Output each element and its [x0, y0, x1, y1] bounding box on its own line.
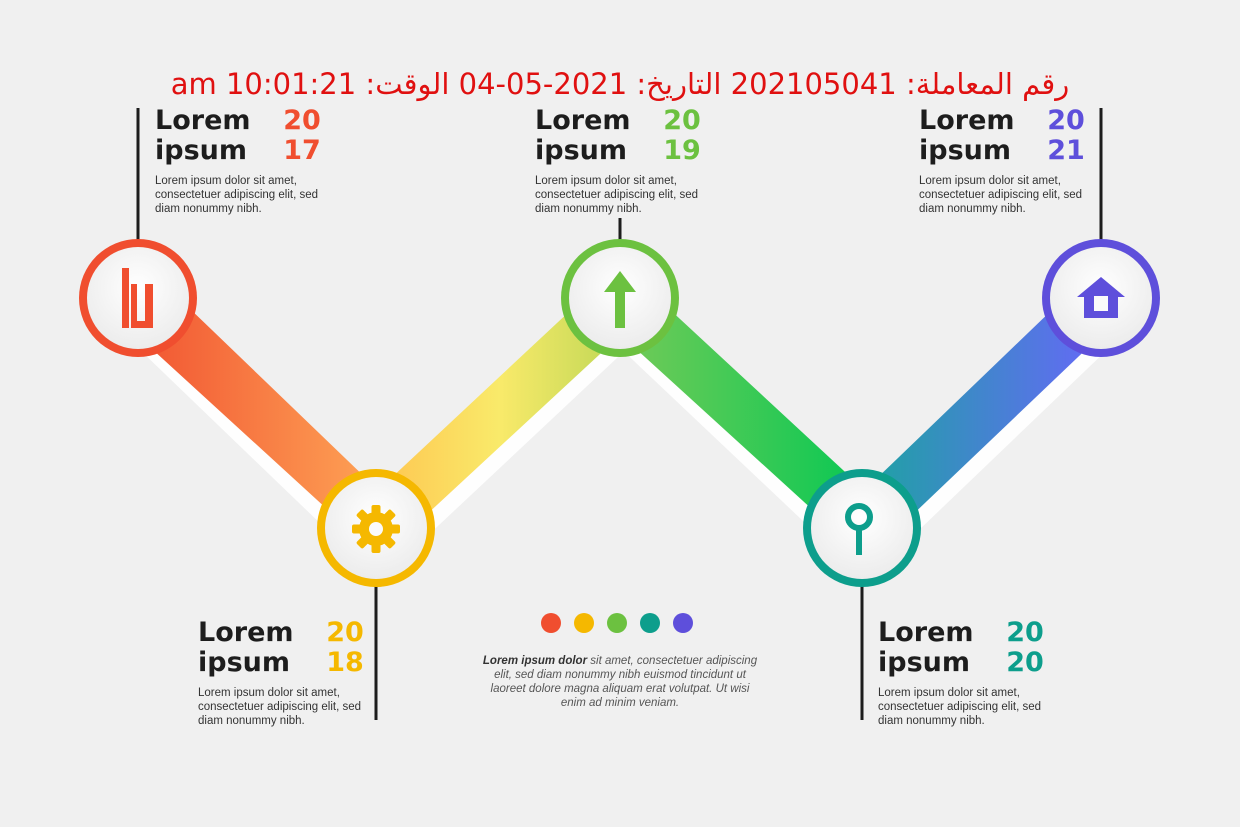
milestone-2020	[803, 469, 921, 587]
year-bottom: 19	[663, 135, 701, 166]
year-bottom: 18	[326, 647, 364, 678]
step-description: Lorem ipsum dolor sit amet, consectetuer…	[535, 175, 699, 215]
step-title-word2: ipsum	[155, 135, 248, 166]
color-dots	[541, 613, 693, 633]
step-title-word1: Lorem	[535, 105, 631, 136]
year-top: 20	[283, 105, 321, 136]
step-2018: Lorem ipsum 20 18 Lorem ipsum dolor sit am…	[198, 618, 418, 728]
milestone-2019	[561, 239, 679, 357]
year-bottom: 17	[283, 135, 321, 166]
year-bottom: 21	[1047, 135, 1085, 166]
milestone-2017	[79, 239, 197, 357]
step-title-word2: ipsum	[878, 647, 971, 678]
step-2020: Lorem ipsum 20 20 Lorem ipsum dolor sit am…	[878, 618, 1098, 728]
gear-icon	[352, 505, 400, 553]
color-dot-teal	[640, 613, 660, 633]
step-title-word1: Lorem	[878, 617, 974, 648]
step-description: Lorem ipsum dolor sit amet, consectetuer…	[919, 175, 1083, 215]
color-dot-green	[607, 613, 627, 633]
step-2021: Lorem ipsum 20 21 Lorem ipsum dolor sit am…	[919, 106, 1139, 216]
milestone-2018	[317, 469, 435, 587]
year-bottom: 20	[1006, 647, 1044, 678]
color-dot-yellow	[574, 613, 594, 633]
center-description-lead: Lorem ipsum dolor	[482, 655, 588, 667]
transaction-header: رقم المعاملة: 202105041 التاريخ: 2021-05…	[170, 67, 1070, 101]
step-title-word1: Lorem	[919, 105, 1015, 136]
color-dot-purple	[673, 613, 693, 633]
step-title-word2: ipsum	[535, 135, 628, 166]
step-2019: Lorem ipsum 20 19 Lorem ipsum dolor sit am…	[535, 106, 755, 216]
year-top: 20	[663, 105, 701, 136]
center-description: Lorem ipsum dolor sit amet, consectetuer…	[480, 654, 760, 710]
step-title-word2: ipsum	[198, 647, 291, 678]
step-title-word1: Lorem	[155, 105, 251, 136]
color-dot-red	[541, 613, 561, 633]
milestone-2021	[1042, 239, 1160, 357]
step-title-word2: ipsum	[919, 135, 1012, 166]
step-description: Lorem ipsum dolor sit amet, consectetuer…	[878, 687, 1042, 727]
year-top: 20	[1047, 105, 1085, 136]
step-description: Lorem ipsum dolor sit amet, consectetuer…	[155, 175, 319, 215]
year-top: 20	[326, 617, 364, 648]
year-top: 20	[1006, 617, 1044, 648]
step-2017: Lorem ipsum 20 17 Lorem ipsum dolor sit am…	[155, 106, 375, 216]
step-title-word1: Lorem	[198, 617, 294, 648]
step-description: Lorem ipsum dolor sit amet, consectetuer…	[198, 687, 362, 727]
